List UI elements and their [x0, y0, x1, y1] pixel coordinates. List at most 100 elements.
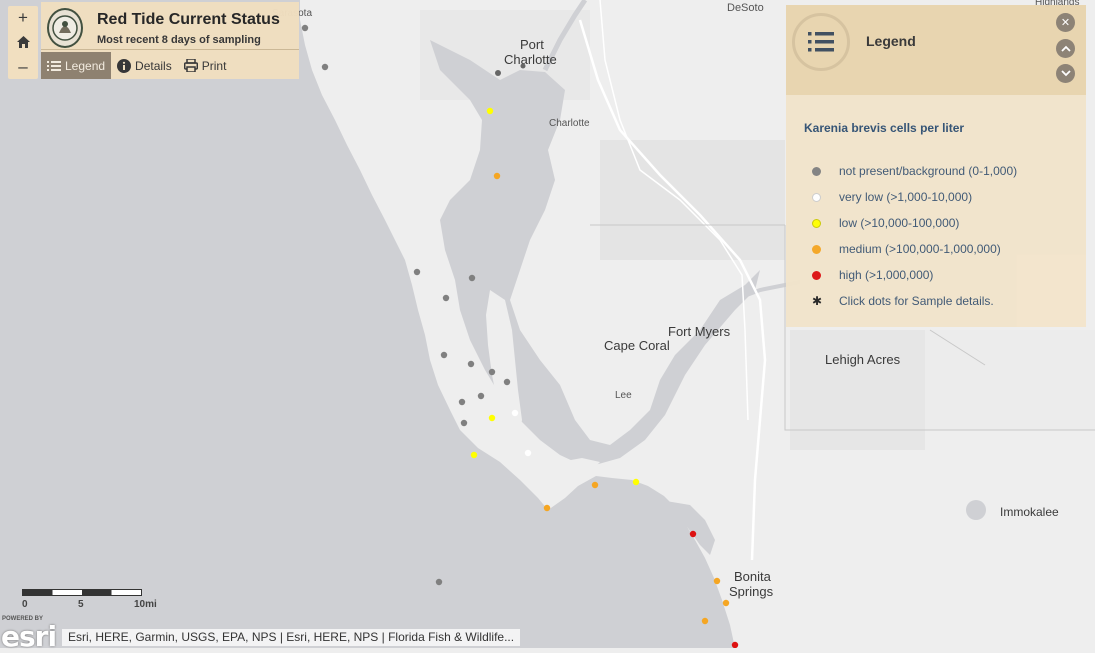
app-subtitle: Most recent 8 days of sampling [97, 34, 261, 46]
sample-point-low[interactable] [632, 478, 640, 486]
legend-list: not present/background (0-1,000) very lo… [812, 158, 1017, 314]
sample-point-not-present[interactable] [503, 378, 511, 386]
label-cape-coral: Cape Coral [604, 338, 670, 353]
label-bonita-springs-line2: Springs [729, 584, 774, 599]
not-present-swatch [812, 166, 821, 176]
legend-collapse-button[interactable] [1056, 39, 1075, 58]
legend-item: not present/background (0-1,000) [812, 158, 1017, 184]
label-port-charlotte-line2: Charlotte [504, 52, 557, 67]
legend-item: low (>10,000-100,000) [812, 210, 1017, 236]
sample-point-not-present[interactable] [321, 63, 329, 71]
low-swatch [812, 218, 821, 228]
sample-point-high[interactable] [689, 530, 697, 538]
legend-close-button[interactable]: ✕ [1056, 13, 1075, 32]
label-immokalee: Immokalee [1000, 505, 1059, 519]
sample-point-not-present[interactable] [477, 392, 485, 400]
tab-legend[interactable]: Legend [41, 52, 112, 79]
sample-point-low[interactable] [486, 107, 494, 115]
asterisk-icon: ✱ [812, 293, 823, 308]
info-icon [117, 58, 132, 73]
list-icon [47, 60, 61, 71]
map-attribution[interactable]: Esri, HERE, Garmin, USGS, EPA, NPS | Esr… [62, 629, 521, 646]
sample-point-not-present[interactable] [468, 274, 476, 282]
label-fort-myers: Fort Myers [668, 324, 731, 339]
tab-print-label: Print [201, 58, 227, 73]
sample-point-not-present[interactable] [442, 294, 450, 302]
sample-point-high[interactable] [731, 641, 739, 648]
legend-subtitle: Karenia brevis cells per liter [804, 121, 965, 135]
tab-legend-label: Legend [65, 58, 106, 73]
title-panel: Red Tide Current Status Most recent 8 da… [41, 2, 299, 79]
label-lee-county: Lee [615, 390, 632, 401]
legend-item-label: high (>1,000,000) [839, 268, 934, 282]
tab-print[interactable]: Print [178, 52, 233, 79]
legend-item-label: medium (>100,000-1,000,000) [839, 242, 1001, 256]
town-marker [520, 63, 526, 69]
label-port-charlotte-line1: Port [520, 37, 544, 52]
scale-bar-graphic [22, 589, 142, 596]
tab-details[interactable]: Details [111, 52, 178, 79]
sample-point-not-present[interactable] [467, 360, 475, 368]
land-tile [600, 140, 785, 260]
lake-trafford [966, 500, 986, 520]
label-desoto: DeSoto [727, 2, 764, 14]
sample-point-not-present[interactable] [301, 24, 309, 32]
land-tile [925, 330, 1095, 430]
legend-expand-button[interactable] [1056, 64, 1075, 83]
legend-panel: Legend ✕ Karenia brevis cells per liter … [786, 5, 1086, 327]
scale-bar: 0 5 10mi [22, 589, 157, 610]
legend-item: high (>1,000,000) [812, 262, 1017, 288]
sample-point-not-present[interactable] [440, 351, 448, 359]
legend-item-label: very low (>1,000-10,000) [839, 190, 973, 204]
sample-point-medium[interactable] [713, 577, 721, 585]
sample-point-medium[interactable] [591, 481, 599, 489]
sample-point-medium[interactable] [543, 504, 551, 512]
medium-swatch [812, 244, 821, 254]
sample-point-very-low[interactable] [511, 409, 519, 417]
zoom-controls: + – [8, 6, 38, 79]
esri-logo[interactable]: POWERED BY esri [0, 614, 62, 653]
panel-tabs: Legend Details Print [41, 52, 232, 79]
sample-point-not-present[interactable] [435, 578, 443, 586]
scale-label-5: 5 [78, 599, 84, 610]
fwc-seal-icon [52, 15, 78, 41]
sample-point-medium[interactable] [493, 172, 501, 180]
close-icon: ✕ [1060, 17, 1071, 29]
legend-header: Legend ✕ [786, 5, 1086, 95]
sample-point-medium[interactable] [701, 617, 709, 625]
town-marker [495, 70, 501, 76]
label-lehigh-acres: Lehigh Acres [825, 352, 901, 367]
sample-point-not-present[interactable] [488, 368, 496, 376]
printer-icon [183, 59, 198, 72]
sample-point-not-present[interactable] [460, 419, 468, 427]
home-button[interactable] [8, 31, 38, 53]
legend-item-label: Click dots for Sample details. [839, 294, 994, 308]
zoom-out-button[interactable]: – [8, 56, 38, 78]
very-low-swatch [812, 192, 821, 202]
sample-point-very-low[interactable] [524, 449, 532, 457]
scale-label-10mi: 10mi [134, 599, 157, 610]
legend-item-label: low (>10,000-100,000) [839, 216, 960, 230]
home-icon [16, 36, 30, 49]
tab-details-label: Details [135, 58, 172, 73]
legend-header-icon [792, 13, 850, 71]
esri-wordmark: esri [1, 620, 57, 653]
sample-point-not-present[interactable] [413, 268, 421, 276]
sample-point-not-present[interactable] [458, 398, 466, 406]
legend-item-label: not present/background (0-1,000) [839, 164, 1018, 178]
app-title: Red Tide Current Status [97, 11, 280, 28]
legend-item: very low (>1,000-10,000) [812, 184, 1017, 210]
legend-item: ✱ Click dots for Sample details. [812, 288, 1017, 314]
legend-item: medium (>100,000-1,000,000) [812, 236, 1017, 262]
agency-logo [47, 8, 83, 48]
chevron-up-icon [1060, 45, 1071, 52]
land-tile [790, 330, 925, 450]
label-charlotte-county: Charlotte [549, 118, 590, 129]
sample-point-low[interactable] [470, 451, 478, 459]
sample-point-medium[interactable] [722, 599, 730, 607]
sample-point-low[interactable] [488, 414, 496, 422]
zoom-in-button[interactable]: + [8, 7, 38, 29]
divider [41, 49, 299, 50]
scale-label-0: 0 [22, 599, 28, 610]
chevron-down-icon [1060, 70, 1071, 77]
